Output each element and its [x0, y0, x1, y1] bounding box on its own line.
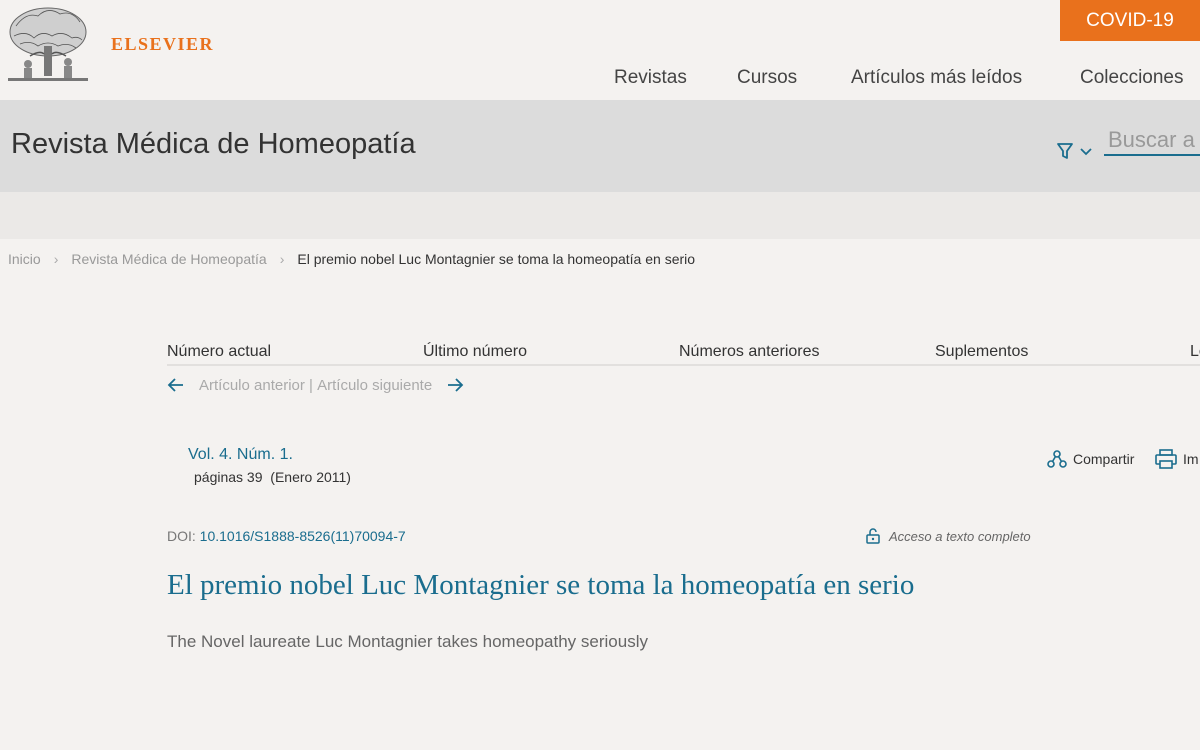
breadcrumb-separator-icon: ›: [53, 251, 59, 267]
volume-issue-link[interactable]: Vol. 4. Núm. 1.: [188, 446, 293, 464]
search-input[interactable]: [1104, 126, 1200, 156]
doi: DOI: 10.1016/S1888-8526(11)70094-7: [167, 528, 406, 544]
access-label: Acceso a texto completo: [889, 528, 1031, 544]
doi-link[interactable]: 10.1016/S1888-8526(11)70094-7: [200, 528, 406, 544]
breadcrumb: Inicio › Revista Médica de Homeopatía › …: [8, 251, 695, 267]
previous-article-link[interactable]: Artículo anterior: [199, 377, 305, 394]
filter-dropdown-icon[interactable]: [1056, 141, 1094, 161]
nav-cursos[interactable]: Cursos: [737, 67, 797, 89]
subnav-divider: [167, 364, 1200, 366]
nav-articulos-mas-leidos[interactable]: Artículos más leídos: [851, 67, 1022, 89]
print-label: Im: [1183, 451, 1199, 467]
elsevier-tree-logo[interactable]: [6, 6, 90, 84]
article-title: El premio nobel Luc Montagnier se toma l…: [167, 569, 915, 601]
share-label: Compartir: [1073, 451, 1135, 467]
tab-truncated[interactable]: Le: [1190, 343, 1200, 361]
breadcrumb-separator-icon: ›: [279, 251, 285, 267]
covid-19-button[interactable]: COVID-19: [1060, 0, 1200, 41]
breadcrumb-current: El premio nobel Luc Montagnier se toma l…: [297, 251, 696, 267]
share-button[interactable]: Compartir: [1047, 449, 1134, 469]
nav-revistas[interactable]: Revistas: [614, 67, 687, 89]
article-subtitle: The Novel laureate Luc Montagnier takes …: [167, 632, 648, 651]
arrow-left-icon[interactable]: [167, 376, 185, 394]
pages-date: páginas 39 (Enero 2011): [194, 469, 351, 485]
unlock-icon: [866, 528, 880, 544]
tab-suplementos[interactable]: Suplementos: [935, 343, 1028, 361]
next-article-link[interactable]: Artículo siguiente: [317, 377, 432, 394]
share-icon: [1047, 450, 1067, 468]
breadcrumb-journal[interactable]: Revista Médica de Homeopatía: [71, 251, 266, 267]
print-icon: [1155, 449, 1177, 469]
nav-colecciones[interactable]: Colecciones: [1080, 67, 1184, 89]
article-pager: Artículo anterior | Artículo siguiente: [167, 376, 464, 394]
arrow-right-icon[interactable]: [446, 376, 464, 394]
pager-separator: |: [304, 376, 318, 394]
doi-label: DOI:: [167, 528, 200, 544]
journal-title[interactable]: Revista Médica de Homeopatía: [11, 128, 416, 161]
tab-numeros-anteriores[interactable]: Números anteriores: [679, 343, 820, 361]
tab-ultimo-numero[interactable]: Último número: [423, 343, 527, 361]
breadcrumb-inicio[interactable]: Inicio: [8, 251, 41, 267]
tab-numero-actual[interactable]: Número actual: [167, 343, 271, 361]
full-text-access[interactable]: Acceso a texto completo: [865, 528, 1031, 544]
print-button[interactable]: Im: [1155, 449, 1199, 469]
sub-header-band: [0, 192, 1200, 239]
brand-name[interactable]: ELSEVIER: [111, 34, 214, 55]
